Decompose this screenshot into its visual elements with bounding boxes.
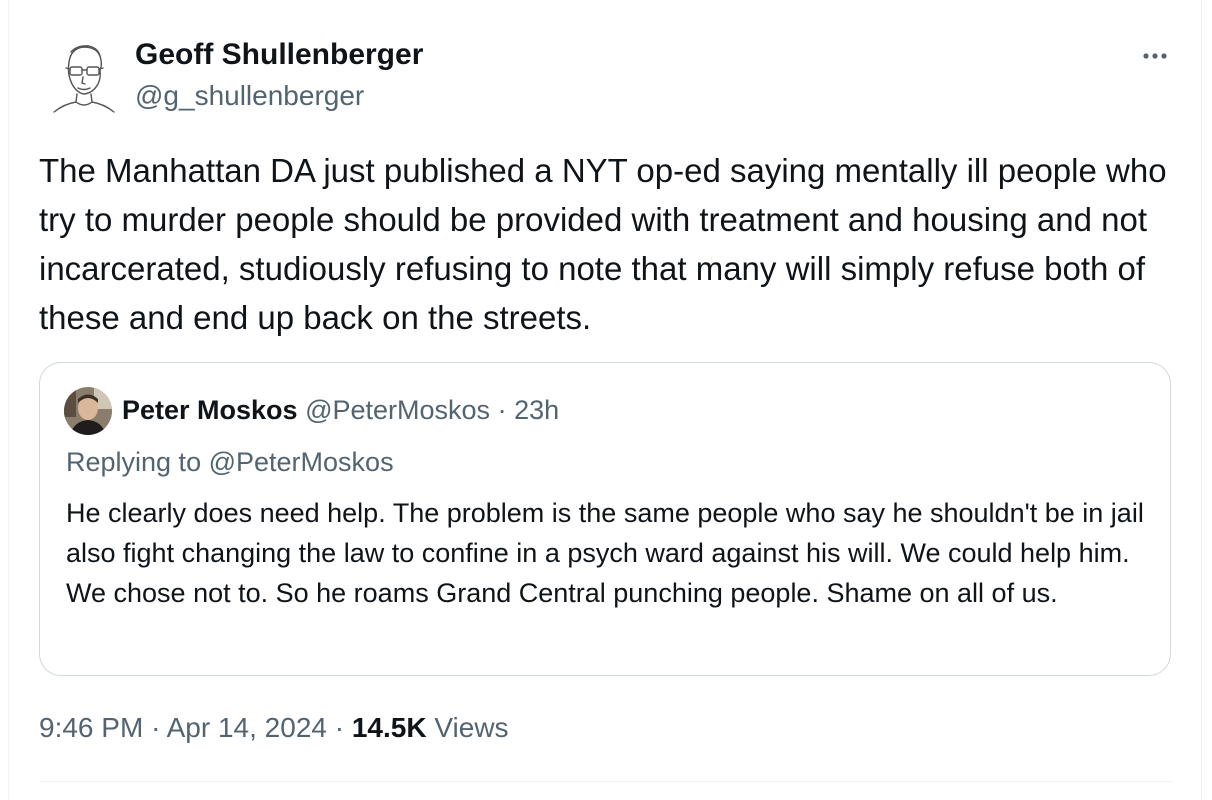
quoted-tweet[interactable]: Peter Moskos @PeterMoskos · 23h Replying… — [39, 362, 1171, 676]
footer-separator: · — [334, 712, 345, 743]
quoted-author-handle[interactable]: @PeterMoskos — [305, 395, 490, 425]
divider — [39, 781, 1171, 782]
quoted-author-avatar[interactable] — [64, 387, 112, 435]
tweet-date[interactable]: Apr 14, 2024 — [167, 712, 327, 743]
quoted-timestamp[interactable]: 23h — [514, 395, 559, 425]
author-handle[interactable]: @g_shullenberger — [135, 80, 364, 112]
author-avatar[interactable] — [49, 38, 119, 116]
more-options-button[interactable] — [1137, 38, 1173, 74]
tweet-card: Geoff Shullenberger @g_shullenberger The… — [8, 0, 1202, 800]
quoted-author-name[interactable]: Peter Moskos — [122, 395, 298, 425]
views-count: 14.5K — [351, 712, 427, 743]
more-horizontal-icon — [1143, 53, 1167, 59]
tweet-footer: 9:46 PM · Apr 14, 2024 · 14.5K Views — [39, 712, 509, 744]
tweet-time[interactable]: 9:46 PM — [39, 712, 143, 743]
author-avatar-sketch-icon — [53, 45, 115, 113]
quoted-header: Peter Moskos @PeterMoskos · 23h — [122, 395, 559, 426]
views-label: Views — [434, 712, 509, 743]
tweet-text: The Manhattan DA just published a NYT op… — [39, 152, 1167, 336]
replying-to-handle[interactable]: @PeterMoskos — [209, 447, 394, 477]
quoted-avatar-photo-icon — [64, 387, 112, 435]
replying-to-label: Replying to — [66, 447, 202, 477]
footer-separator: · — [151, 712, 161, 743]
replying-to: Replying to @PeterMoskos — [66, 447, 394, 478]
quoted-separator: · — [497, 395, 507, 425]
author-name[interactable]: Geoff Shullenberger — [135, 38, 423, 72]
quoted-tweet-text: He clearly does need help. The problem i… — [66, 498, 1144, 608]
